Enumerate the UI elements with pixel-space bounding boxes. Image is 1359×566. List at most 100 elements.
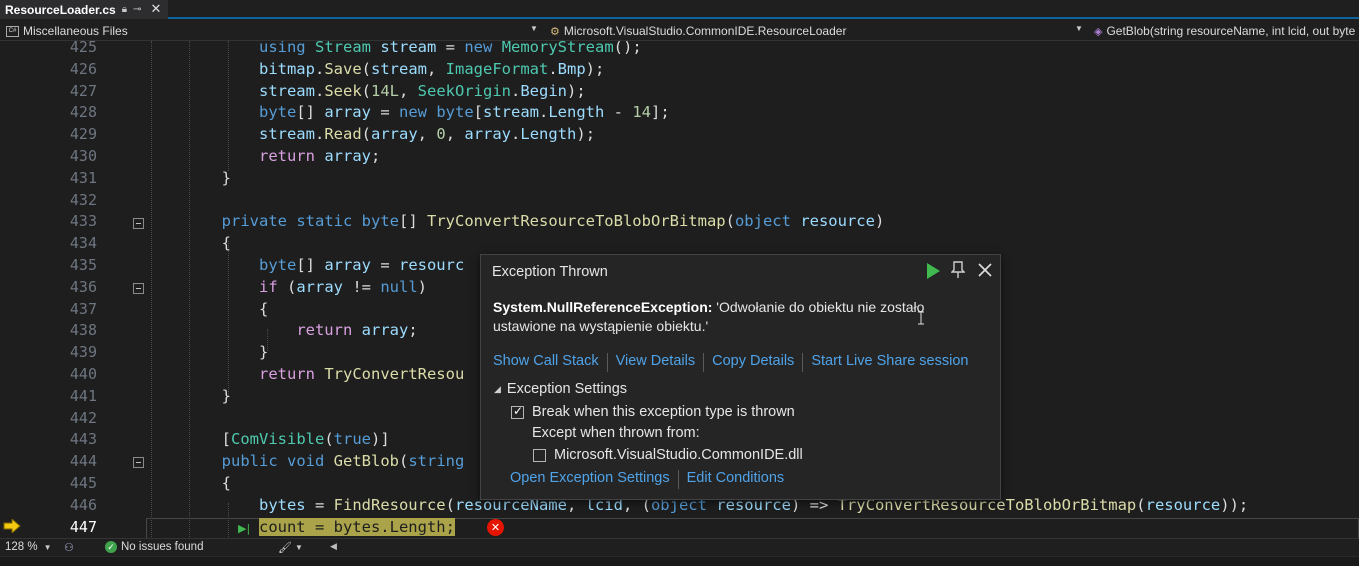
fold-toggle[interactable]	[133, 283, 144, 294]
code-line-current: count = bytes.Length;	[147, 517, 455, 538]
pin-icon[interactable]	[951, 261, 965, 279]
project-dropdown[interactable]: C# Miscellaneous Files	[6, 21, 536, 41]
exception-settings-label: Exception Settings	[506, 381, 628, 397]
link-separator	[677, 470, 679, 489]
chevron-down-icon[interactable]: ▼	[530, 24, 538, 33]
issues-text: No issues found	[121, 541, 204, 553]
popup-title: Exception Thrown	[492, 264, 608, 280]
popup-actions: Show Call Stack View Details Copy Detail…	[493, 353, 968, 372]
bottom-panel-edge	[0, 556, 1359, 566]
line-number: 437	[69, 299, 97, 318]
current-statement: count = bytes.Length;	[258, 517, 455, 536]
lock-icon: 🔒︎	[121, 4, 128, 15]
chevron-down-icon: ▼	[43, 542, 52, 552]
line-number: 438	[69, 321, 97, 340]
tab-resourceloader[interactable]: ResourceLoader.cs 🔒︎ ⊸ ✕	[0, 0, 168, 19]
check-circle-icon: ✓	[105, 541, 117, 553]
continue-icon[interactable]	[925, 262, 941, 280]
line-number: 439	[69, 343, 97, 362]
except-when-label-row: Except when thrown from:	[532, 425, 700, 441]
cleanup-brush-icon[interactable]: 🖌︎ ▼	[278, 541, 303, 554]
open-exception-settings-link[interactable]: Open Exception Settings	[510, 470, 670, 489]
method-icon: ◈	[1094, 25, 1103, 38]
member-dropdown[interactable]: ◈ GetBlob(string resourceName, int lcid,…	[1094, 21, 1359, 41]
execution-pointer-icon	[3, 519, 21, 533]
code-line: return TryConvertResou	[258, 365, 465, 383]
checkbox-checked[interactable]	[511, 404, 524, 419]
line-number: 446	[69, 495, 97, 514]
class-path: Microsoft.VisualStudio.CommonIDE.Resourc…	[563, 24, 847, 38]
close-icon[interactable]: ✕	[150, 2, 161, 17]
copilot-icon[interactable]: ⚇	[64, 541, 74, 554]
start-live-share-link[interactable]: Start Live Share session	[811, 353, 968, 372]
link-separator	[802, 353, 804, 372]
chevron-down-icon[interactable]: ▼	[1075, 24, 1083, 33]
line-number: 440	[69, 365, 97, 383]
code-line: }	[147, 386, 231, 405]
line-number: 443	[69, 430, 97, 449]
line-number: 429	[69, 125, 97, 144]
code-line: {	[147, 299, 269, 318]
close-icon[interactable]	[977, 262, 993, 278]
code-line: return array;	[296, 321, 418, 340]
fold-toggle[interactable]	[133, 457, 144, 468]
show-call-stack-link[interactable]: Show Call Stack	[493, 353, 599, 372]
text-cursor-icon	[918, 311, 924, 325]
line-number: 432	[69, 190, 97, 209]
code-line: stream.Seek(14L, SeekOrigin.Begin);	[258, 81, 586, 100]
code-line: {	[147, 234, 231, 253]
line-number-current: 447	[69, 517, 97, 536]
line-number: 442	[69, 408, 97, 427]
class-dropdown[interactable]: ⚙ Microsoft.VisualStudio.CommonIDE.Resou…	[550, 21, 1080, 41]
except-label: Except when thrown from:	[532, 425, 700, 441]
copy-details-link[interactable]: Copy Details	[712, 353, 794, 372]
issues-indicator[interactable]: ✓ No issues found	[105, 541, 203, 553]
zoom-level: 128 %	[5, 541, 38, 553]
edit-conditions-link[interactable]: Edit Conditions	[687, 470, 785, 489]
document-tab-strip: ResourceLoader.cs 🔒︎ ⊸ ✕	[0, 0, 1359, 19]
break-label: Break when this exception type is thrown	[532, 404, 795, 420]
code-line: }	[147, 343, 269, 362]
code-line: private static byte[] TryConvertResource…	[221, 212, 885, 231]
code-line: if (array != null)	[258, 277, 427, 296]
line-number: 444	[69, 452, 97, 471]
exception-settings-toggle[interactable]: ◢ Exception Settings	[494, 381, 627, 397]
line-number: 431	[69, 168, 97, 187]
link-separator	[703, 353, 705, 372]
code-line: bitmap.Save(stream, ImageFormat.Bmp);	[258, 59, 605, 78]
collapse-triangle-icon: ◢	[494, 383, 501, 394]
code-line: return array;	[258, 147, 381, 165]
code-line: }	[147, 168, 231, 187]
line-number: 430	[69, 147, 97, 165]
popup-settings-actions: Open Exception Settings Edit Conditions	[510, 470, 784, 489]
line-number: 426	[69, 59, 97, 78]
line-number: 436	[69, 277, 97, 296]
member-name: GetBlob(string resourceName, int lcid, o…	[1106, 24, 1356, 38]
code-line: byte[] array = resourc	[258, 256, 465, 274]
line-number: 425	[69, 41, 97, 56]
project-icon: C#	[6, 25, 19, 37]
line-number: 433	[69, 212, 97, 231]
checkbox-unchecked[interactable]	[533, 448, 546, 462]
editor-status-strip: 128 % ▼ ⚇ ✓ No issues found 🖌︎ ▼ ◀	[0, 538, 1359, 556]
tab-title: ResourceLoader.cs	[5, 2, 116, 17]
line-number: 428	[69, 103, 97, 122]
view-details-link[interactable]: View Details	[616, 353, 696, 372]
code-line: [ComVisible(true)]	[147, 430, 390, 449]
module-checkbox[interactable]: Microsoft.VisualStudio.CommonIDE.dll	[533, 447, 803, 463]
line-number: 435	[69, 256, 97, 274]
line-number: 441	[69, 386, 97, 405]
line-number: 445	[69, 474, 97, 492]
scroll-left-icon[interactable]: ◀	[330, 541, 337, 552]
exception-type: System.NullReferenceException:	[493, 299, 713, 315]
module-label: Microsoft.VisualStudio.CommonIDE.dll	[554, 447, 803, 463]
pin-icon[interactable]: ⊸	[133, 4, 141, 15]
exception-error-icon[interactable]: ✕	[487, 519, 504, 536]
link-separator	[606, 353, 608, 372]
project-name: Miscellaneous Files	[23, 24, 128, 38]
fold-toggle[interactable]	[133, 218, 144, 229]
zoom-dropdown[interactable]: 128 % ▼	[5, 541, 52, 553]
navigation-bar: C# Miscellaneous Files ▼ ⚙ Microsoft.Vis…	[0, 21, 1359, 41]
break-when-thrown-checkbox[interactable]: Break when this exception type is thrown	[511, 404, 795, 420]
code-line: {	[147, 474, 231, 492]
